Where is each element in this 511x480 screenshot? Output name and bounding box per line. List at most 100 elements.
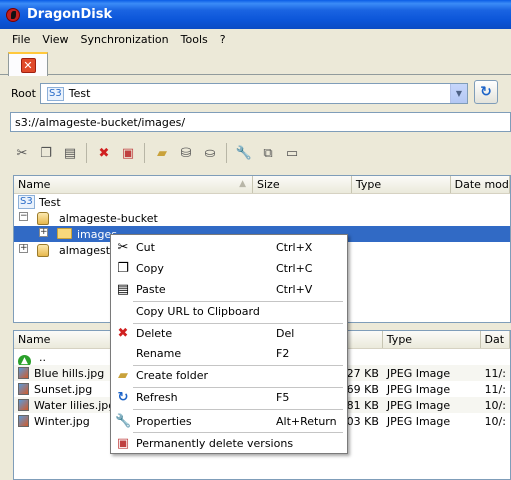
menu-bar: File View Synchronization Tools ? [0,29,511,49]
menu-item-refresh[interactable]: ↻ Refresh F5 [111,387,347,408]
file-name: Water lilies.jpg [34,399,116,412]
menu-item-delete[interactable]: ✖ Delete Del [111,323,347,344]
delete-x-icon: ✖ [98,145,110,161]
dragon-app-icon [6,7,20,22]
copy-icon: ❐ [40,145,52,161]
file-type: JPEG Image [386,367,451,380]
sort-arrow-icon: ▲ [239,179,246,189]
image-file-icon [18,383,29,395]
close-tab-icon[interactable]: ✕ [20,57,36,73]
bucket-add-icon: ⛁ [180,145,192,161]
menu-item-properties[interactable]: 🔧 Properties Alt+Return [111,411,347,432]
copy-icon: ❐ [117,261,129,276]
paste-icon: ▤ [116,282,130,297]
new-folder-icon: ▰ [157,145,167,161]
collapse-icon[interactable]: − [19,212,28,221]
title-bar: DragonDisk [0,0,511,29]
column-header-date[interactable]: Date modif [451,176,510,193]
expand-icon[interactable]: + [19,244,28,253]
bucket-tool-button[interactable]: ⛁ [174,141,198,165]
menu-synchronization[interactable]: Synchronization [75,33,175,46]
menu-item-rename[interactable]: Rename F2 [111,343,347,364]
menu-item-copy[interactable]: ❐ Copy Ctrl+C [111,258,347,279]
file-name: Sunset.jpg [34,383,93,396]
cut-tool-button[interactable]: ✂ [10,141,34,165]
file-name: Winter.jpg [34,415,90,428]
file-date: 11/: [484,367,506,380]
file-type: JPEG Image [386,415,451,428]
column-header-size[interactable]: Size [253,176,352,193]
paste-tool-button[interactable]: ▤ [58,141,82,165]
menu-tools[interactable]: Tools [175,33,214,46]
column-header-type[interactable]: Type [352,176,451,193]
menu-item-cut[interactable]: ✂ Cut Ctrl+X [111,237,347,258]
file-date: 10/: [484,399,506,412]
bucket-remove-tool-button[interactable]: ⛀ [198,141,222,165]
wrench-icon: 🔧 [235,145,253,161]
root-select-value: Test [68,87,91,100]
versions-tool-button[interactable]: ⧉ [256,141,280,165]
file-date: 10/: [484,415,506,428]
more-tool-button[interactable]: ▭ [280,141,304,165]
refresh-icon: ↻ [480,84,492,100]
refresh-button[interactable]: ↻ [474,80,498,104]
column-header-name[interactable]: Name ▲ [14,176,253,193]
toolbar: ✂ ❐ ▤ ✖ ▣ ▰ ⛁ ⛀ 🔧 ⧉ ▭ [10,140,330,166]
file-name: Blue hills.jpg [34,367,105,380]
menu-help[interactable]: ? [214,33,232,46]
menu-view[interactable]: View [36,33,74,46]
window-title: DragonDisk [27,7,113,22]
tab-main[interactable]: ✕ [8,52,48,76]
bucket-icon [37,212,49,225]
tree-item-label: almageste-bucket [59,212,158,225]
create-folder-tool-button[interactable]: ▰ [150,141,174,165]
permanent-delete-icon: ▣ [121,145,135,161]
delete-tool-button[interactable]: ✖ [92,141,116,165]
chevron-down-icon[interactable]: ▼ [450,84,467,103]
column-header-type[interactable]: Type [383,331,481,348]
tab-bar: ✕ [0,49,511,76]
up-arrow-icon: ▲ [18,355,31,365]
menu-item-paste[interactable]: ▤ Paste Ctrl+V [111,279,347,300]
root-row: Root S3 Test ▼ ↻ [0,80,511,106]
copy-tool-button[interactable]: ❐ [34,141,58,165]
menu-separator [133,409,343,410]
paste-icon: ▤ [63,145,77,161]
image-file-icon [18,415,29,427]
menu-item-copy-url[interactable]: Copy URL to Clipboard [111,301,347,322]
column-header-date[interactable]: Dat [481,331,510,348]
path-input[interactable]: s3://almageste-bucket/images/ [10,112,511,132]
menu-item-create-folder[interactable]: ▰ Create folder [111,365,347,386]
s3-icon: S3 [47,86,64,101]
bucket-remove-icon: ⛀ [204,145,216,161]
file-type: JPEG Image [386,383,451,396]
bucket-icon [37,244,49,257]
expand-icon[interactable]: + [39,228,48,237]
tree-item-bucket[interactable]: − almageste-bucket [14,210,510,226]
new-folder-icon: ▰ [118,368,128,383]
refresh-icon: ↻ [117,390,129,405]
image-file-icon [18,399,29,411]
s3-icon: S3 [18,195,35,209]
tree-item-label: Test [39,196,61,209]
root-select[interactable]: S3 Test ▼ [40,83,468,104]
tree-header: Name ▲ Size Type Date modif [14,176,510,194]
delete-x-icon: ✖ [117,326,129,341]
folder-icon [57,228,72,239]
menu-item-permanently-delete[interactable]: ▣ Permanently delete versions [111,433,347,454]
file-type: JPEG Image [386,399,451,412]
tree-item-test[interactable]: S3 Test [14,194,510,210]
file-name: .. [39,351,46,364]
scissors-icon: ✂ [16,145,28,161]
wrench-icon: 🔧 [115,414,132,429]
context-menu: ✂ Cut Ctrl+X ❐ Copy Ctrl+C ▤ Paste Ctrl+… [110,234,348,454]
image-file-icon [18,367,29,379]
menu-file[interactable]: File [6,33,36,46]
root-label: Root [11,87,36,100]
versions-icon: ⧉ [263,145,273,161]
file-date: 11/: [484,383,506,396]
dropdown-menu-icon: ▭ [285,145,299,161]
permanent-delete-icon: ▣ [116,436,130,451]
properties-tool-button[interactable]: 🔧 [232,141,256,165]
permanent-delete-tool-button[interactable]: ▣ [116,141,140,165]
